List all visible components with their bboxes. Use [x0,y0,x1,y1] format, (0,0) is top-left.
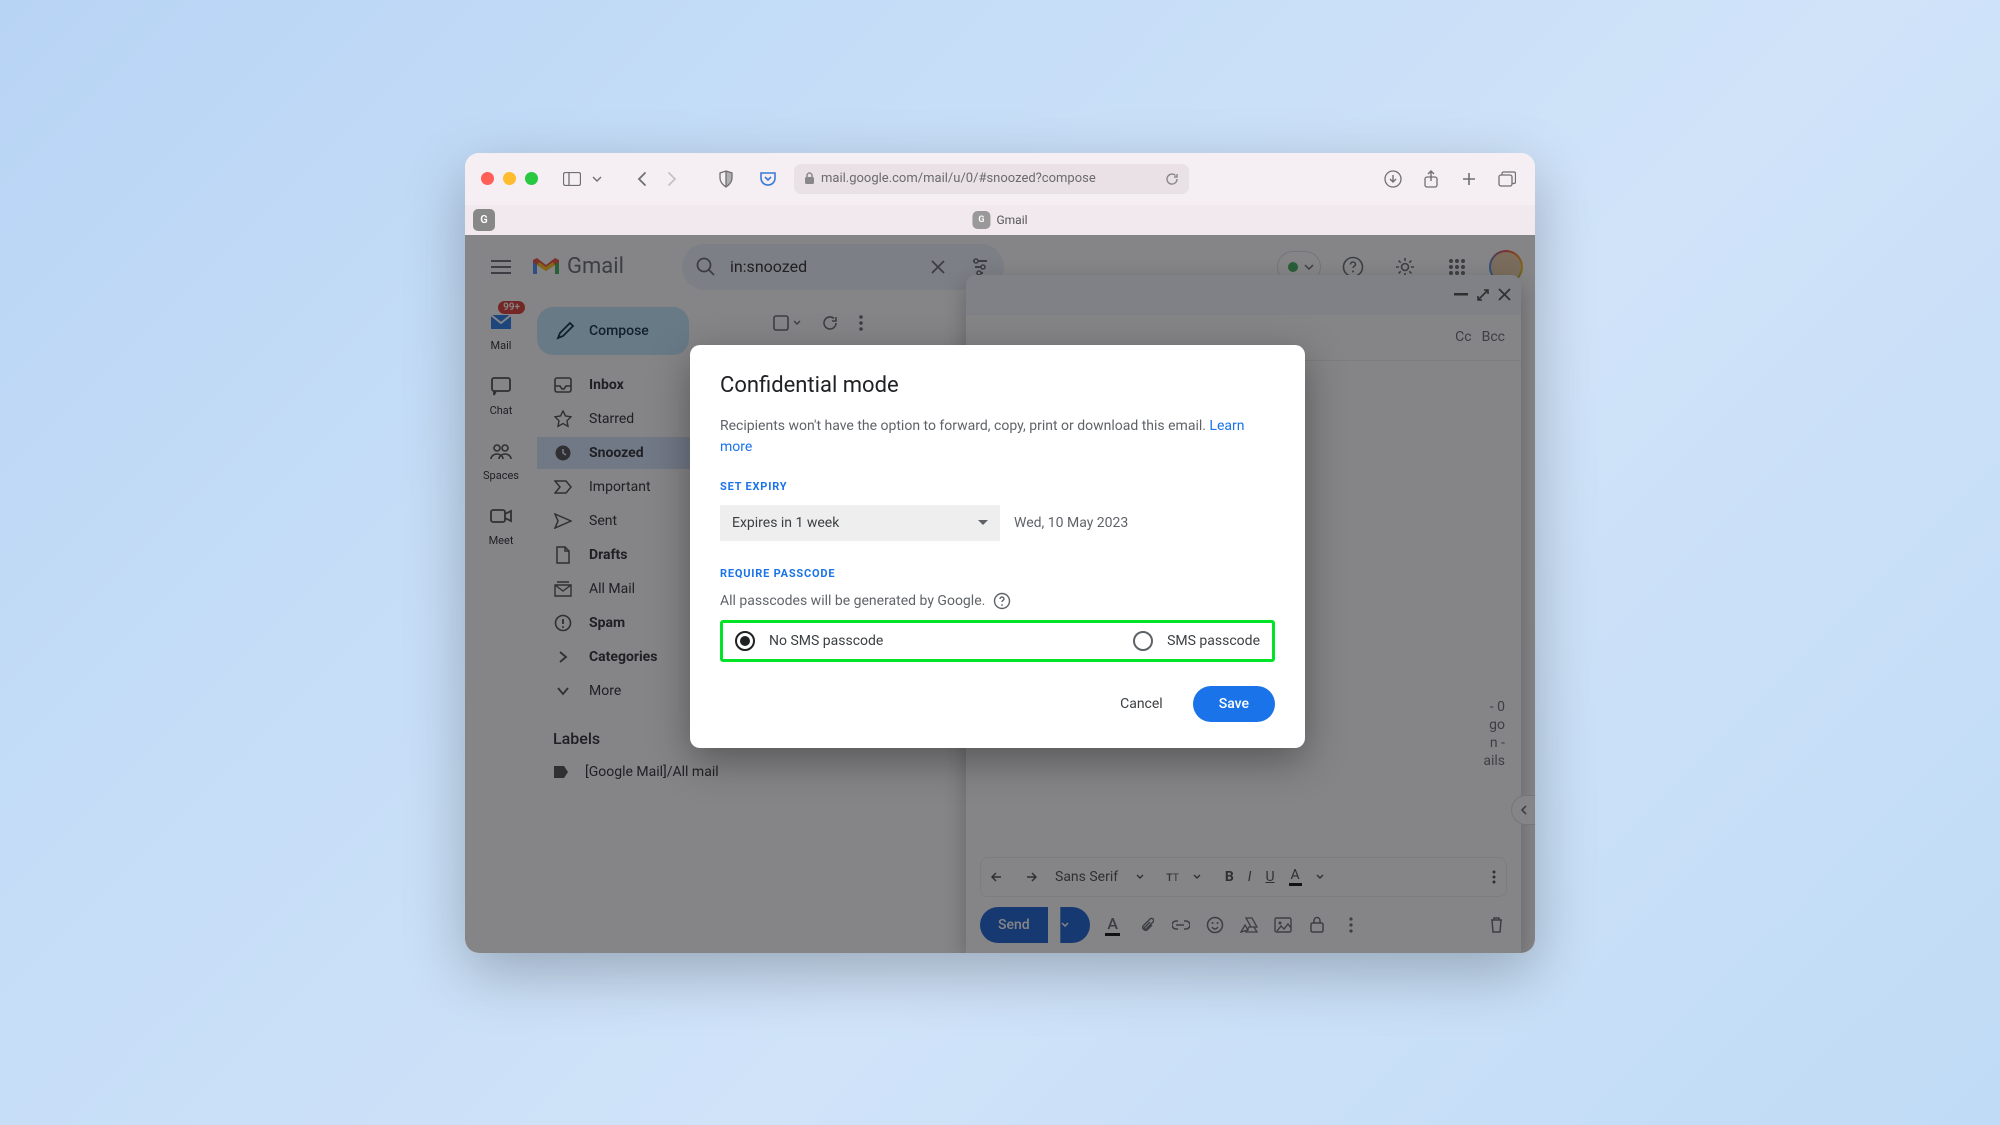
help-icon[interactable] [993,592,1011,610]
tab-strip: G G Gmail [465,205,1535,235]
back-button[interactable] [630,167,654,191]
url-text: mail.google.com/mail/u/0/#snoozed?compos… [821,171,1159,186]
active-tab[interactable]: G Gmail [972,211,1027,229]
gmail-app: Gmail [465,235,1535,953]
dropdown-caret-icon [978,520,988,525]
set-expiry-label: SET EXPIRY [720,480,1275,493]
forward-button[interactable] [660,167,684,191]
dialog-title: Confidential mode [720,373,1275,398]
share-icon[interactable] [1419,167,1443,191]
reload-icon[interactable] [1165,172,1179,186]
radio-unselected-icon [1133,631,1153,651]
expiry-value: Expires in 1 week [732,515,839,531]
minimize-window-button[interactable] [503,172,516,185]
lock-icon [804,172,815,185]
pocket-icon[interactable] [756,167,780,191]
cancel-button[interactable]: Cancel [1100,686,1183,722]
url-bar[interactable]: mail.google.com/mail/u/0/#snoozed?compos… [794,164,1189,194]
new-tab-icon[interactable] [1457,167,1481,191]
tab-title: Gmail [996,213,1027,227]
close-window-button[interactable] [481,172,494,185]
radio-sms[interactable]: SMS passcode [1003,631,1267,651]
expiry-date: Wed, 10 May 2023 [1014,515,1128,531]
browser-window: mail.google.com/mail/u/0/#snoozed?compos… [465,153,1535,953]
pinned-tab[interactable]: G [473,209,495,231]
downloads-icon[interactable] [1381,167,1405,191]
maximize-window-button[interactable] [525,172,538,185]
passcode-radio-group: No SMS passcode SMS passcode [720,620,1275,662]
radio-no-sms[interactable]: No SMS passcode [729,631,993,651]
passcode-description: All passcodes will be generated by Googl… [720,592,1275,610]
chevron-down-icon[interactable] [590,167,604,191]
confidential-mode-dialog: Confidential mode Recipients won't have … [690,345,1305,748]
dialog-description: Recipients won't have the option to forw… [720,416,1275,458]
browser-titlebar: mail.google.com/mail/u/0/#snoozed?compos… [465,153,1535,205]
shield-icon[interactable] [714,167,738,191]
pinned-tab-letter: G [480,213,488,226]
save-button[interactable]: Save [1193,686,1275,722]
sidebar-toggle-icon[interactable] [560,167,584,191]
tab-favicon: G [972,211,990,229]
require-passcode-label: REQUIRE PASSCODE [720,567,1275,580]
tabs-overview-icon[interactable] [1495,167,1519,191]
radio-selected-icon [735,631,755,651]
window-controls [481,172,538,185]
expiry-dropdown[interactable]: Expires in 1 week [720,505,1000,541]
